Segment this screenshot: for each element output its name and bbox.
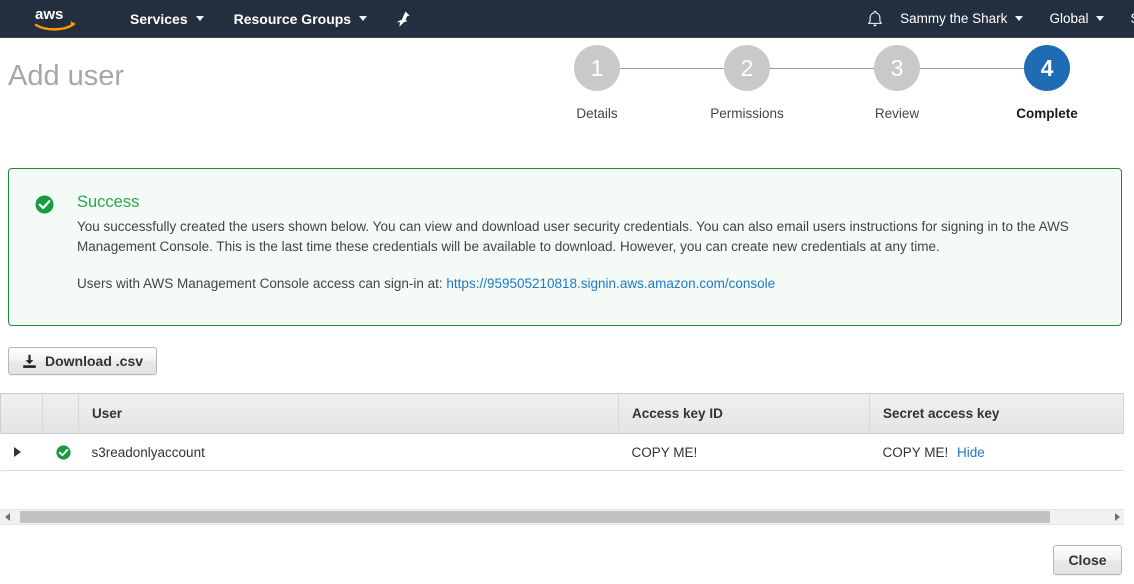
scroll-right-icon [1114,513,1120,521]
step-review[interactable]: 3 Review [822,45,972,121]
success-signin-line: Users with AWS Management Console access… [77,274,775,294]
nav-support-menu[interactable]: Supp [1130,0,1134,38]
success-body: You successfully created the users shown… [77,219,1069,254]
page-header: Add user 1 Details 2 Permissions 3 Revie… [0,38,1134,158]
step-review-label: Review [874,106,920,121]
nav-region-label: Global [1049,11,1089,26]
success-panel: Success You successfully created the use… [8,168,1122,326]
chevron-right-icon[interactable] [13,446,21,457]
row-status-cell [42,433,79,471]
scroll-left-button[interactable] [0,509,14,525]
chevron-down-icon [359,16,368,21]
close-button[interactable]: Close [1053,545,1122,575]
step-indicator: 1 Details 2 Permissions 3 Review 4 Compl… [540,45,1100,145]
pin-button[interactable] [395,9,413,29]
nav-resource-groups[interactable]: Resource Groups [233,0,368,38]
row-access-key-id-cell: COPY ME! [618,433,870,471]
table-header-row: User Access key ID Secret access key [0,393,1124,434]
svg-text:aws: aws [35,6,63,23]
step-permissions-number: 2 [724,45,770,91]
row-secret-access-key-value: COPY ME! [882,444,949,460]
nav-region-menu[interactable]: Global [1049,0,1105,38]
chevron-down-icon [195,16,204,21]
step-permissions[interactable]: 2 Permissions [672,45,822,121]
close-button-label: Close [1068,552,1107,568]
credentials-table: User Access key ID Secret access key s3r… [0,393,1124,471]
row-expand-cell[interactable] [0,433,43,471]
bell-icon [868,10,883,26]
column-header-expand[interactable] [0,393,43,434]
page-title: Add user [8,60,125,92]
scrollbar-track[interactable] [14,510,1110,524]
table-row[interactable]: s3readonlyaccount COPY ME! COPY ME! Hide [0,433,1124,471]
nav-right-group: Sammy the Shark Global Supp [864,0,1134,38]
column-header-secret-access-key[interactable]: Secret access key [869,393,1124,434]
scroll-left-icon [4,513,10,521]
signin-url-link[interactable]: https://959505210818.signin.aws.amazon.c… [446,276,775,291]
download-csv-button[interactable]: Download .csv [8,347,158,375]
aws-top-nav: aws Services Resource Groups Sammy the S… [0,0,1134,38]
step-permissions-label: Permissions [710,106,784,121]
scrollbar-thumb[interactable] [20,511,1051,523]
table-horizontal-scrollbar[interactable] [0,509,1124,525]
step-review-number: 3 [874,45,920,91]
credentials-table-wrapper: User Access key ID Secret access key s3r… [0,393,1124,471]
column-header-user[interactable]: User [78,393,619,434]
row-user-cell: s3readonlyaccount [78,433,619,471]
nav-services[interactable]: Services [130,0,204,38]
chevron-down-icon [1015,16,1024,21]
download-icon [22,354,37,369]
row-secret-access-key-cell: COPY ME! Hide [869,433,1124,471]
pushpin-icon [397,11,410,27]
step-complete-label: Complete [1016,106,1078,121]
step-complete-number: 4 [1024,45,1070,91]
step-details-label: Details [576,106,618,121]
nav-services-label: Services [130,10,188,27]
success-check-circle-icon [35,195,54,214]
column-header-access-key-id[interactable]: Access key ID [618,393,870,434]
step-details[interactable]: 1 Details [522,45,672,121]
nav-account-label: Sammy the Shark [900,11,1008,26]
check-circle-icon [55,445,71,460]
step-complete[interactable]: 4 Complete [972,45,1122,121]
nav-resource-groups-label: Resource Groups [233,10,352,27]
notifications-button[interactable] [864,7,886,31]
nav-account-menu[interactable]: Sammy the Shark [900,0,1024,38]
scroll-right-button[interactable] [1110,509,1124,525]
secret-toggle-link[interactable]: Hide [957,445,985,460]
chevron-down-icon [1096,16,1105,21]
success-signin-prefix: Users with AWS Management Console access… [77,276,447,291]
success-title: Success [77,193,140,211]
aws-logo[interactable]: aws [34,6,76,32]
download-csv-label: Download .csv [45,353,144,369]
aws-logo-icon: aws [34,6,76,31]
step-details-number: 1 [574,45,620,91]
nav-support-label: Supp [1130,11,1134,26]
column-header-status[interactable] [42,393,79,434]
